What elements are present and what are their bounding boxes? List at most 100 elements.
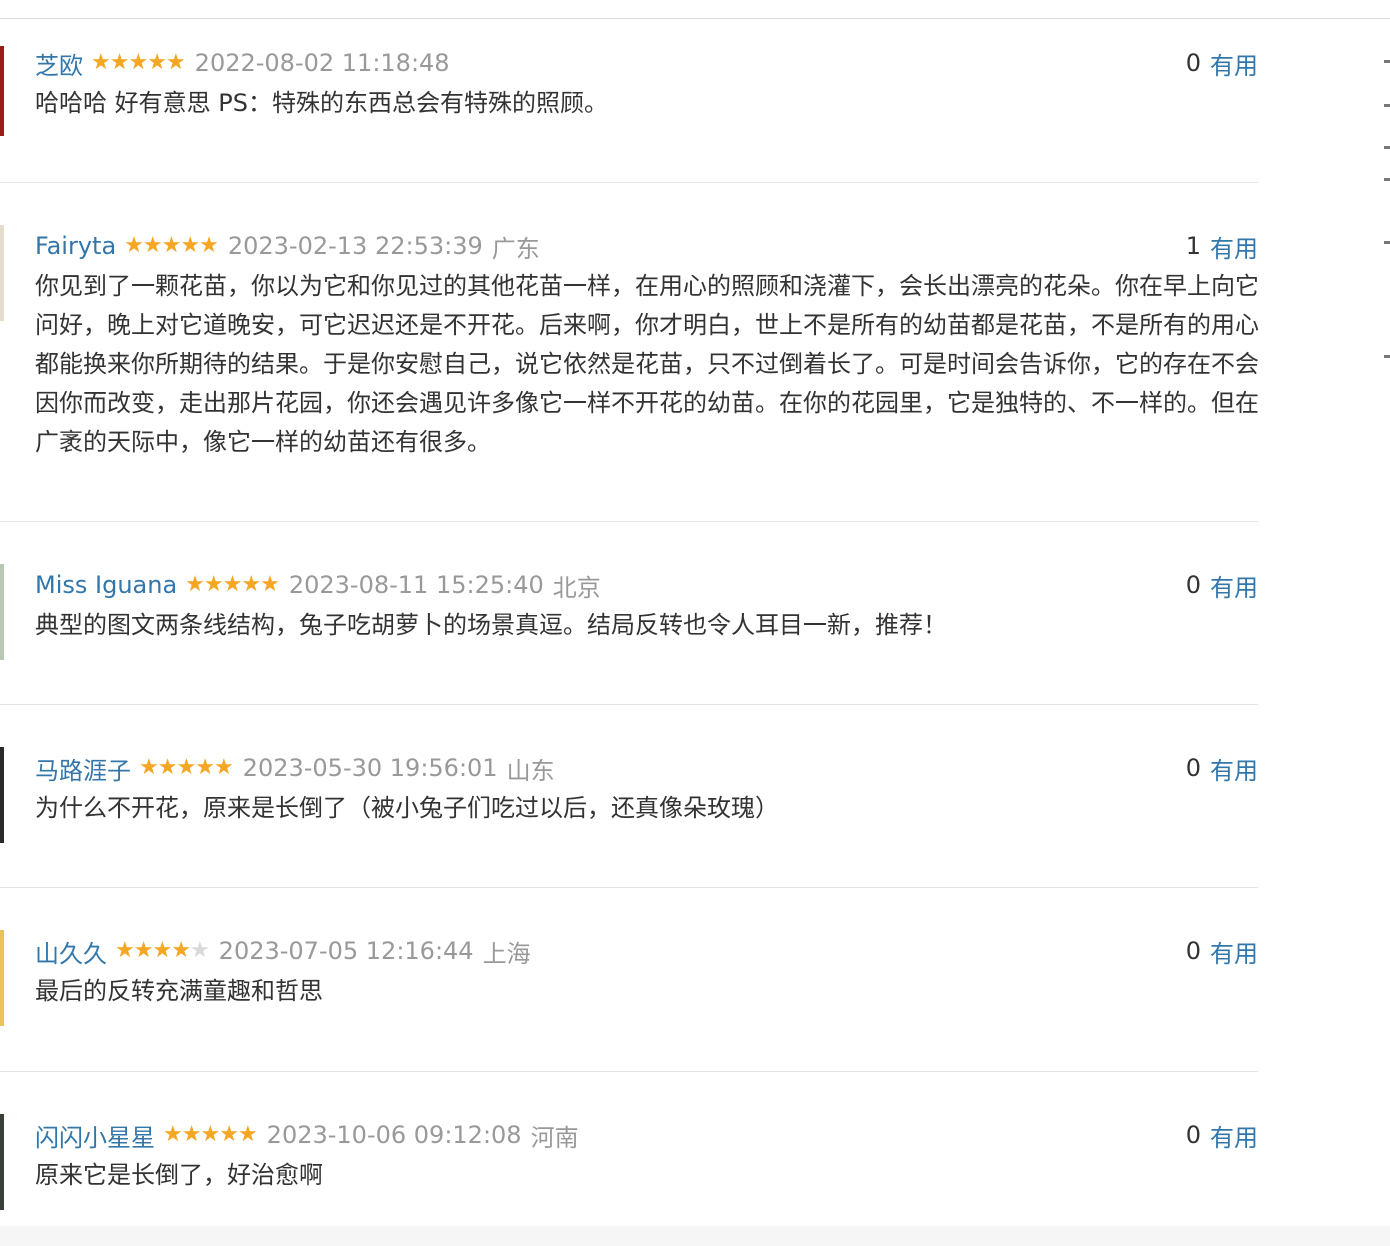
comment-item: 马路涯子 ★ ★ ★ ★ ★ 2023-05-30 19:56:01 山东 0 有用 为… <box>0 747 1258 851</box>
comment-item: 山久久 ★ ★ ★ ★ ★ 2023-07-05 12:16:44 上海 0 有用 最后… <box>0 930 1258 1034</box>
star-icon: ★ <box>200 1122 220 1147</box>
rating-stars: ★ ★ ★ ★ ★ <box>91 50 186 75</box>
star-icon: ★ <box>199 233 219 258</box>
star-icon: ★ <box>185 572 205 597</box>
star-icon: ★ <box>124 233 144 258</box>
star-icon: ★ <box>152 938 172 963</box>
comment-text: 你见到了一颗花苗，你以为它和你见过的其他花苗一样，在用心的照顾和浇灌下，会长出漂… <box>35 272 1259 456</box>
comment-location: 北京 <box>552 573 601 602</box>
comment-meta: 闪闪小星星 ★ ★ ★ ★ ★ 2023-10-06 09:12:08 河南 <box>35 1118 579 1152</box>
side-decoration <box>1384 355 1390 358</box>
rating-stars: ★ ★ ★ ★ ★ <box>163 1122 258 1147</box>
star-icon: ★ <box>176 755 196 780</box>
avatar[interactable] <box>0 930 4 1026</box>
vote-area: 0 有用 <box>1186 934 1258 968</box>
comment-divider <box>0 1071 1258 1072</box>
comment-meta: Fairyta ★ ★ ★ ★ ★ 2023-02-13 22:53:39 广东 <box>35 229 540 263</box>
useful-button[interactable]: 有用 <box>1210 751 1258 786</box>
star-icon: ★ <box>163 1122 183 1147</box>
comment-location: 山东 <box>506 756 555 785</box>
user-name-link[interactable]: Fairyta <box>35 232 116 260</box>
user-name-link[interactable]: 芝欧 <box>35 46 83 81</box>
vote-count: 0 <box>1185 49 1201 77</box>
comment-divider <box>0 704 1258 705</box>
useful-button[interactable]: 有用 <box>1210 46 1258 81</box>
star-icon: ★ <box>109 50 130 75</box>
comment-location: 广东 <box>491 234 540 263</box>
user-name-link[interactable]: 山久久 <box>35 934 107 969</box>
star-icon: ★ <box>203 572 224 597</box>
comment-time: 2023-02-13 22:53:39 <box>227 232 483 260</box>
side-decoration <box>1384 104 1390 107</box>
vote-count: 1 <box>1185 232 1201 260</box>
side-decoration <box>1384 146 1390 149</box>
vote-area: 1 有用 <box>1186 229 1258 263</box>
comment-text: 原来它是长倒了，好治愈啊 <box>35 1161 323 1189</box>
star-icon: ★ <box>195 755 215 780</box>
star-icon: ★ <box>237 1122 258 1147</box>
comment-text: 哈哈哈 好有意思 PS：特殊的东西总会有特殊的照顾。 <box>35 89 608 117</box>
useful-button[interactable]: 有用 <box>1210 568 1258 603</box>
comment-text: 最后的反转充满童趣和哲思 <box>35 977 323 1005</box>
user-name-link[interactable]: 马路涯子 <box>35 751 131 786</box>
comment-time: 2023-07-05 12:16:44 <box>218 937 474 965</box>
star-icon: ★ <box>142 233 163 258</box>
vote-area: 0 有用 <box>1186 751 1258 785</box>
star-icon: ★ <box>133 938 154 963</box>
avatar[interactable] <box>0 1114 4 1210</box>
comment-time: 2023-08-11 15:25:40 <box>288 571 544 599</box>
star-icon: ★ <box>219 1122 239 1147</box>
comment-item: 芝欧 ★ ★ ★ ★ ★ 2022-08-02 11:18:48 0 有用 哈哈哈 好有… <box>0 46 1258 146</box>
rating-stars: ★ ★ ★ ★ ★ <box>139 755 234 780</box>
side-decoration <box>1384 178 1390 181</box>
comment-location: 上海 <box>482 939 531 968</box>
star-icon: ★ <box>241 572 261 597</box>
comment-location: 河南 <box>530 1123 579 1152</box>
star-icon: ★ <box>157 755 178 780</box>
comment-text: 为什么不开花，原来是长倒了（被小兔子们吃过以后，还真像朵玫瑰） <box>35 794 779 822</box>
star-icon: ★ <box>165 50 186 75</box>
comment-divider <box>0 887 1258 888</box>
comment-meta: 芝欧 ★ ★ ★ ★ ★ 2022-08-02 11:18:48 <box>35 46 450 80</box>
comment-meta: 山久久 ★ ★ ★ ★ ★ 2023-07-05 12:16:44 上海 <box>35 934 531 968</box>
useful-button[interactable]: 有用 <box>1210 229 1258 264</box>
avatar[interactable] <box>0 46 4 136</box>
useful-button[interactable]: 有用 <box>1210 934 1258 969</box>
comment-item: 闪闪小星星 ★ ★ ★ ★ ★ 2023-10-06 09:12:08 河南 0 有用 … <box>0 1114 1258 1218</box>
avatar[interactable] <box>0 747 4 843</box>
star-icon: ★ <box>139 755 159 780</box>
rating-stars: ★ ★ ★ ★ ★ <box>115 938 210 963</box>
user-name-link[interactable]: Miss Iguana <box>35 571 177 599</box>
star-icon: ★ <box>189 938 210 963</box>
star-icon: ★ <box>147 50 167 75</box>
star-icon: ★ <box>213 755 234 780</box>
star-icon: ★ <box>115 938 135 963</box>
vote-count: 0 <box>1185 937 1201 965</box>
top-divider <box>0 18 1390 19</box>
vote-count: 0 <box>1185 754 1201 782</box>
avatar[interactable] <box>0 225 4 321</box>
vote-area: 0 有用 <box>1186 568 1258 602</box>
comment-time: 2023-10-06 09:12:08 <box>266 1121 522 1149</box>
vote-area: 0 有用 <box>1186 46 1258 80</box>
user-name-link[interactable]: 闪闪小星星 <box>35 1118 155 1153</box>
comment-meta: Miss Iguana ★ ★ ★ ★ ★ 2023-08-11 15:25:40 北京 <box>35 568 601 602</box>
comment-time: 2023-05-30 19:56:01 <box>242 754 498 782</box>
useful-button[interactable]: 有用 <box>1210 1118 1258 1153</box>
comment-item: Fairyta ★ ★ ★ ★ ★ 2023-02-13 22:53:39 广东 1 有… <box>0 225 1259 489</box>
comment-time: 2022-08-02 11:18:48 <box>194 49 450 77</box>
vote-count: 0 <box>1185 571 1201 599</box>
star-icon: ★ <box>91 50 111 75</box>
vote-count: 0 <box>1185 1121 1201 1149</box>
vote-area: 0 有用 <box>1186 1118 1258 1152</box>
avatar[interactable] <box>0 564 4 660</box>
rating-stars: ★ ★ ★ ★ ★ <box>124 233 219 258</box>
comment-divider <box>0 521 1258 522</box>
star-icon: ★ <box>161 233 182 258</box>
star-icon: ★ <box>260 572 280 597</box>
side-decoration <box>1384 241 1390 244</box>
star-icon: ★ <box>171 938 191 963</box>
star-icon: ★ <box>180 233 200 258</box>
star-icon: ★ <box>222 572 243 597</box>
side-decoration <box>1384 60 1390 63</box>
